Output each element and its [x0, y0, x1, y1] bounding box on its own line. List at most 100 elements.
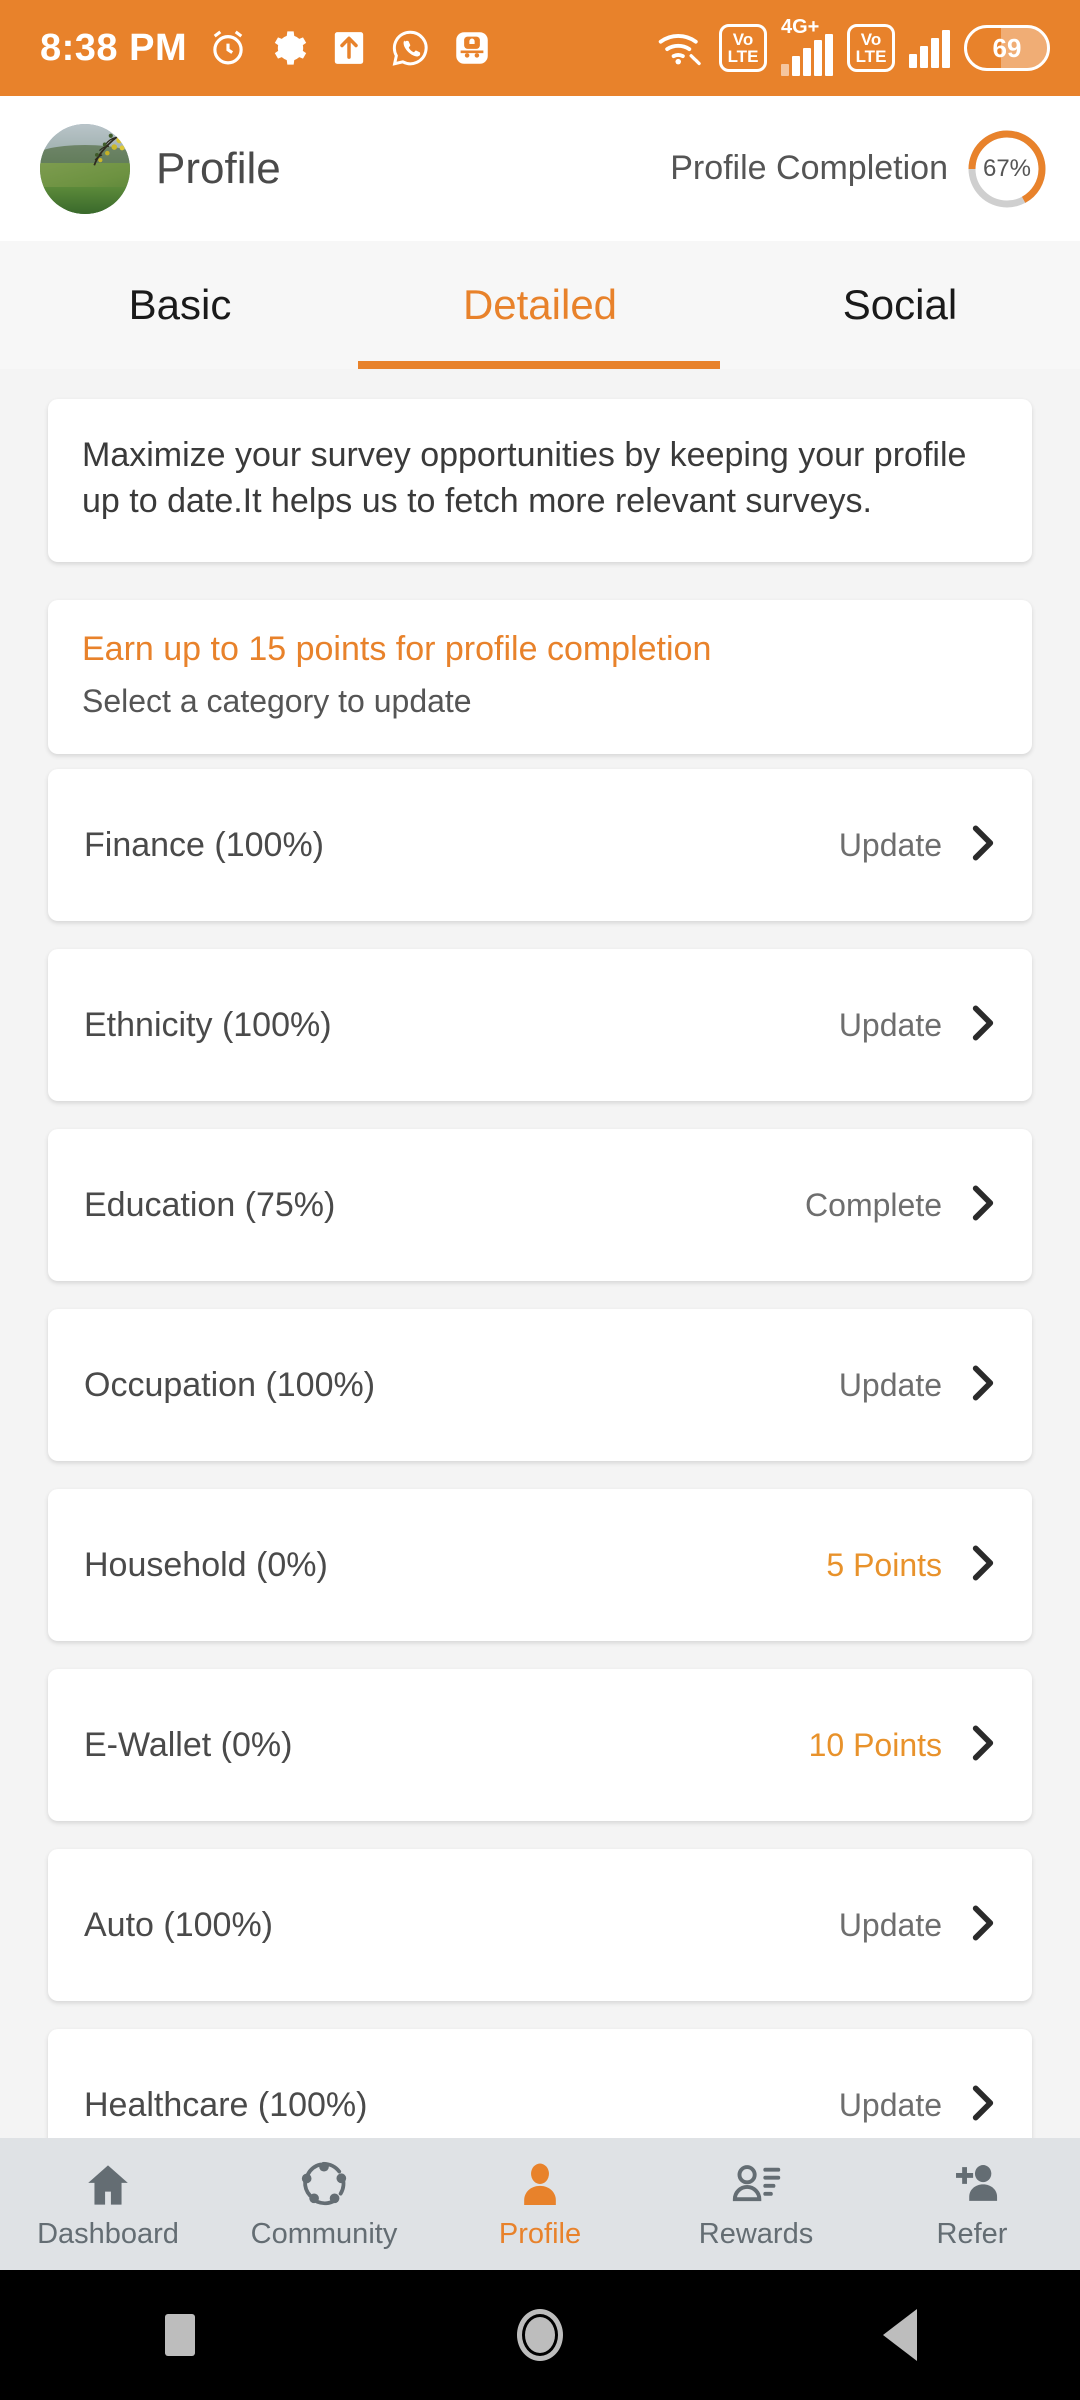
- category-label: Finance (100%): [84, 825, 325, 864]
- battery-percent: 69: [992, 32, 1022, 63]
- category-row[interactable]: Household (0%) 5 Points: [48, 1489, 1032, 1641]
- chevron-right-icon[interactable]: [968, 1901, 998, 1950]
- category-label: Education (75%): [84, 1185, 336, 1224]
- category-action-label: Update: [838, 1006, 942, 1043]
- profile-completion-group: Profile Completion 67%: [670, 128, 1048, 210]
- category-action-group[interactable]: 5 Points: [826, 1541, 998, 1590]
- person-list-icon: [730, 2158, 782, 2210]
- profile-completion-ring: 67%: [966, 128, 1048, 210]
- info-card: Maximize your survey opportunities by ke…: [48, 399, 1032, 563]
- category-action-label: Update: [838, 1366, 942, 1403]
- category-action-group[interactable]: Update: [839, 2081, 998, 2130]
- chevron-right-icon[interactable]: [968, 1541, 998, 1590]
- category-row[interactable]: Ethnicity (100%) Update: [48, 949, 1032, 1101]
- category-label: E-Wallet (0%): [84, 1725, 293, 1764]
- page-header: Profile Profile Completion 67%: [0, 96, 1080, 241]
- nav-label-dashboard: Dashboard: [37, 2217, 179, 2250]
- signal-sim2-icon: [909, 28, 950, 68]
- category-action-label: Update: [838, 1906, 942, 1943]
- category-row[interactable]: Finance (100%) Update: [48, 769, 1032, 921]
- chevron-right-icon[interactable]: [968, 1361, 998, 1410]
- back-triangle-icon[interactable]: [810, 2309, 990, 2361]
- avatar-branch-decoration: [93, 129, 127, 166]
- nav-label-refer: Refer: [936, 2217, 1008, 2250]
- chevron-right-icon[interactable]: [968, 1001, 998, 1050]
- tab-social[interactable]: Social: [720, 241, 1080, 369]
- signal-sim1-icon: 4G+: [781, 16, 833, 76]
- earn-points-subtitle: Select a category to update: [82, 683, 472, 720]
- category-points-label: 5 Points: [826, 1546, 942, 1583]
- category-row[interactable]: Healthcare (100%) Update: [48, 2029, 1032, 2138]
- chevron-right-icon[interactable]: [968, 2081, 998, 2130]
- nav-item-rewards[interactable]: Rewards: [648, 2158, 864, 2251]
- category-list-scroll[interactable]: Finance (100%) Update Ethnicity (100%) Upda…: [0, 741, 1080, 2138]
- whatsapp-icon: [389, 27, 431, 69]
- tab-basic[interactable]: Basic: [0, 241, 360, 369]
- home-icon: [83, 2158, 133, 2210]
- nav-label-profile: Profile: [498, 2217, 582, 2250]
- settings-gear-icon: [269, 28, 309, 68]
- community-people-circle-icon: [297, 2158, 351, 2210]
- header-left-group: Profile: [40, 123, 281, 214]
- nav-item-community[interactable]: Community: [216, 2158, 432, 2251]
- volte-sim2-icon: Vo LTE: [847, 24, 895, 72]
- profile-tabs: Basic Detailed Social: [0, 241, 1080, 369]
- battery-icon: 69: [964, 25, 1050, 71]
- profile-completion-percent: 67%: [982, 154, 1032, 182]
- category-action-group[interactable]: Complete: [805, 1181, 998, 1230]
- bottom-navigation: Dashboard Community Profile Rewards Refe…: [0, 2138, 1080, 2270]
- recents-square-icon[interactable]: [90, 2314, 270, 2356]
- home-circle-icon[interactable]: [450, 2309, 630, 2361]
- status-bar-clock: 8:38 PM: [40, 26, 188, 69]
- category-label: Occupation (100%): [84, 1365, 376, 1404]
- category-action-label: Update: [838, 2086, 942, 2123]
- category-action-group[interactable]: Update: [839, 1001, 998, 1050]
- category-label: Household (0%): [84, 1545, 328, 1584]
- category-row[interactable]: E-Wallet (0%) 10 Points: [48, 1669, 1032, 1821]
- nav-item-profile[interactable]: Profile: [432, 2158, 648, 2251]
- nav-label-rewards: Rewards: [698, 2217, 814, 2250]
- status-bar-left: 8:38 PM: [40, 27, 493, 70]
- category-action-group[interactable]: 10 Points: [809, 1721, 998, 1770]
- wifi-icon: [657, 28, 705, 68]
- chevron-right-icon[interactable]: [968, 1721, 998, 1770]
- earn-points-card: Earn up to 15 points for profile complet…: [48, 600, 1032, 755]
- person-add-icon: [946, 2158, 998, 2210]
- avatar[interactable]: [40, 123, 130, 214]
- category-label: Healthcare (100%): [84, 2085, 368, 2124]
- profile-completion-label: Profile Completion: [670, 149, 948, 187]
- upload-arrow-icon: [329, 28, 369, 68]
- chevron-right-icon[interactable]: [968, 1181, 998, 1230]
- category-list: Finance (100%) Update Ethnicity (100%) Upda…: [0, 769, 1080, 2138]
- volte-sim1-icon: Vo LTE: [719, 24, 767, 72]
- info-card-text: Maximize your survey opportunities by ke…: [82, 436, 967, 520]
- static-cards: Maximize your survey opportunities by ke…: [0, 399, 1080, 755]
- category-action-label: Update: [838, 826, 942, 863]
- category-label: Ethnicity (100%): [84, 1005, 332, 1044]
- chevron-right-icon[interactable]: [968, 821, 998, 870]
- category-action-group[interactable]: Update: [839, 1361, 998, 1410]
- category-action-group[interactable]: Update: [839, 821, 998, 870]
- status-bar-right: Vo LTE 4G+ Vo LTE 69: [657, 16, 1050, 76]
- category-points-label: 10 Points: [808, 1726, 942, 1763]
- status-bar: 8:38 PM Vo LTE 4G+ Vo LTE 69: [0, 0, 1080, 96]
- category-row[interactable]: Auto (100%) Update: [48, 1849, 1032, 2001]
- category-action-group[interactable]: Update: [839, 1901, 998, 1950]
- alarm-clock-icon: [207, 27, 249, 69]
- earn-points-title: Earn up to 15 points for profile complet…: [82, 630, 712, 669]
- android-navigation-bar: [0, 2270, 1080, 2400]
- nav-item-refer[interactable]: Refer: [864, 2158, 1080, 2251]
- app-notification-icon: [451, 27, 493, 69]
- category-row[interactable]: Occupation (100%) Update: [48, 1309, 1032, 1461]
- page-title: Profile: [156, 143, 281, 193]
- tab-detailed[interactable]: Detailed: [360, 241, 720, 369]
- category-row[interactable]: Education (75%) Complete: [48, 1129, 1032, 1281]
- category-label: Auto (100%): [84, 1905, 273, 1944]
- tab-active-indicator: [358, 361, 720, 369]
- category-action-label: Complete: [805, 1186, 942, 1223]
- nav-item-dashboard[interactable]: Dashboard: [0, 2158, 216, 2251]
- signal-bars-sim1: [781, 34, 833, 76]
- signal-bars-sim2: [909, 28, 950, 68]
- phone-screen: 8:38 PM Vo LTE 4G+ Vo LTE 69 Profile Pro…: [0, 0, 1080, 2400]
- nav-label-community: Community: [250, 2217, 398, 2250]
